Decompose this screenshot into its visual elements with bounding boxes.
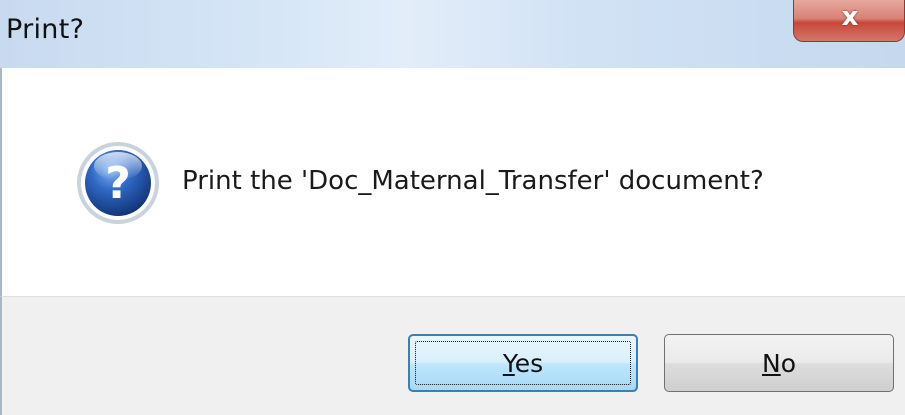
focus-ring <box>415 341 631 385</box>
no-button-label: No <box>762 349 796 378</box>
button-bar: Yes No <box>0 296 905 415</box>
svg-text:?: ? <box>105 158 131 209</box>
close-icon: x <box>841 2 859 32</box>
yes-button[interactable]: Yes <box>408 334 638 392</box>
no-label-rest: o <box>780 348 796 378</box>
no-button[interactable]: No <box>664 334 894 392</box>
dialog-content: ? Print the 'Doc_Maternal_Transfer' docu… <box>0 68 905 296</box>
print-dialog: Print? x ? Print the 'Doc_Maternal_Trans… <box>0 0 905 415</box>
title-bar[interactable]: Print? x <box>0 0 905 68</box>
question-icon: ? <box>77 142 159 224</box>
close-button[interactable]: x <box>793 0 905 42</box>
window-title: Print? <box>6 14 85 45</box>
no-mnemonic: N <box>762 348 781 378</box>
dialog-message: Print the 'Doc_Maternal_Transfer' docume… <box>182 166 764 196</box>
